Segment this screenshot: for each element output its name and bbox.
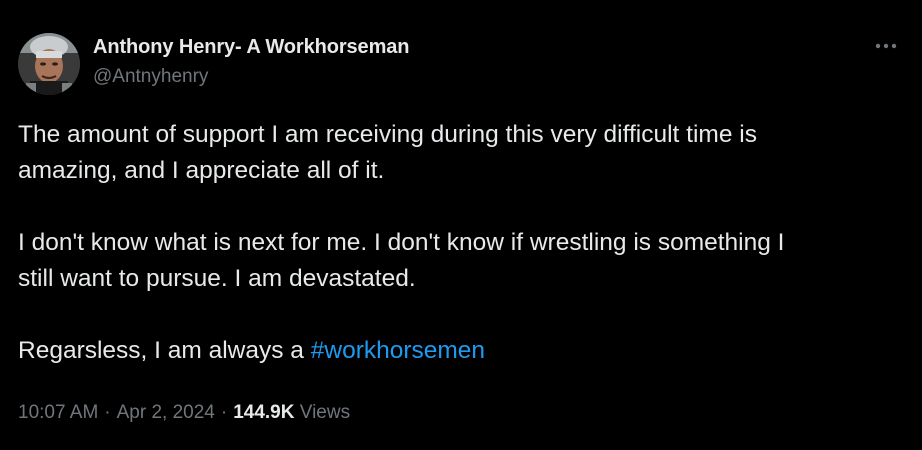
tweet-text: The amount of support I am receiving dur… xyxy=(18,117,898,369)
tweet-line: amazing, and I appreciate all of it. xyxy=(18,157,385,184)
more-horizontal-icon xyxy=(875,43,897,49)
tweet-date[interactable]: Apr 2, 2024 xyxy=(117,402,215,423)
tweet-meta: 10:07 AM · Apr 2, 2024 · 144.9K Views xyxy=(18,402,350,424)
tweet-line: still want to pursue. I am devastated. xyxy=(18,265,416,292)
meta-separator: · xyxy=(104,402,111,423)
avatar-image xyxy=(18,33,80,95)
tweet-line: I don't know what is next for me. I don'… xyxy=(18,229,785,256)
views-label[interactable]: Views xyxy=(300,402,350,423)
author-name[interactable]: Anthony Henry- A Workhorseman xyxy=(93,36,410,59)
author-handle[interactable]: @Antnyhenry xyxy=(93,66,208,88)
views-count[interactable]: 144.9K xyxy=(233,402,294,423)
avatar[interactable] xyxy=(18,33,80,95)
tweet-time[interactable]: 10:07 AM xyxy=(18,402,98,423)
more-button[interactable] xyxy=(868,32,904,60)
closing-text: Regarsless, I am always a xyxy=(18,337,311,364)
tweet-line: The amount of support I am receiving dur… xyxy=(18,121,757,148)
tweet-closing-line: Regarsless, I am always a #workhorsemen xyxy=(18,333,898,369)
tweet-card: Anthony Henry- A Workhorseman @Antnyhenr… xyxy=(0,0,922,450)
hashtag-link[interactable]: #workhorsemen xyxy=(311,337,485,364)
meta-separator: · xyxy=(220,402,228,423)
